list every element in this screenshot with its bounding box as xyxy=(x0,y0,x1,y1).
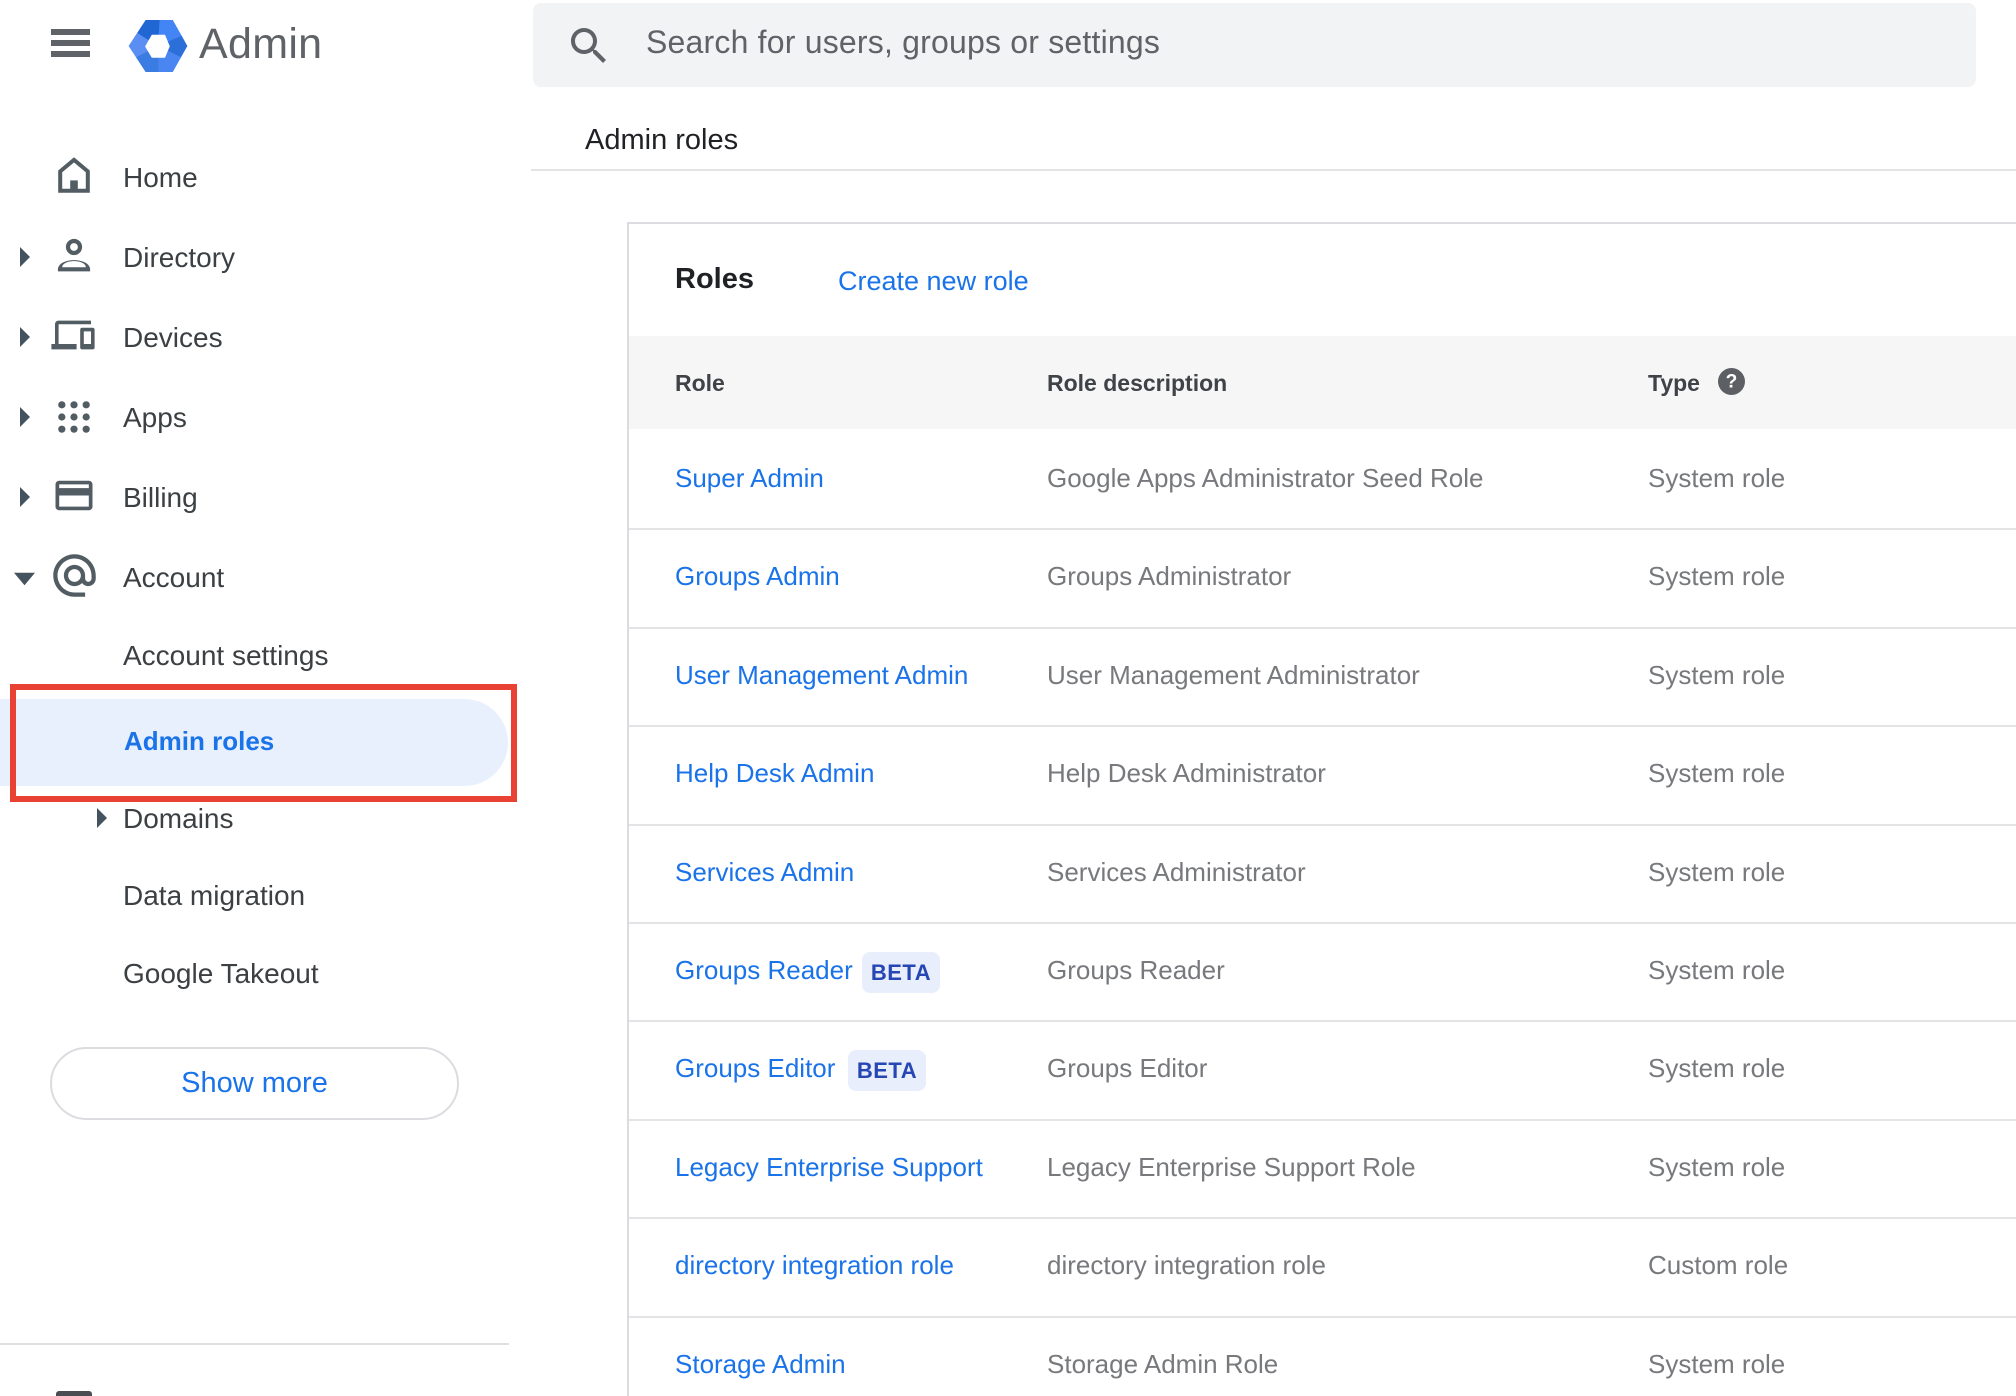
svg-text:?: ? xyxy=(1726,372,1738,393)
